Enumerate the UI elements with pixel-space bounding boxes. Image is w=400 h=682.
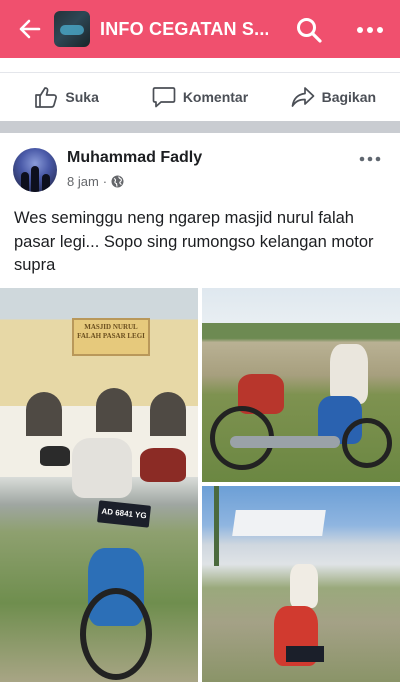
globe-icon [111, 175, 124, 188]
avatar-silhouette [21, 172, 29, 192]
thumbs-up-icon [35, 87, 58, 108]
more-horizontal-icon [359, 156, 381, 162]
building-arch [96, 388, 132, 432]
author-name[interactable]: Muhammad Fadly [67, 149, 202, 167]
red-cart [140, 448, 186, 482]
post-options-button[interactable] [358, 150, 382, 164]
more-horizontal-icon [357, 27, 383, 33]
building-arch [150, 392, 186, 436]
group-thumbnail[interactable] [54, 11, 90, 47]
mosque-sign: MASJID NURUL FALAH PASAR LEGI [72, 318, 150, 356]
post-photo-3[interactable] [202, 486, 400, 682]
comment-button[interactable]: Komentar [133, 73, 266, 121]
post-body-text: Wes seminggu neng ngarep masjid nurul fa… [14, 209, 374, 274]
comment-icon [152, 87, 176, 108]
avatar-silhouette [31, 166, 39, 192]
motorcycle-wheel [80, 588, 152, 680]
comment-label: Komentar [182, 89, 249, 105]
app-header: INFO CEGATAN S... [0, 0, 400, 58]
post-photo-2[interactable] [202, 288, 400, 482]
white-cloth [290, 564, 318, 608]
pole [214, 486, 219, 566]
mosque-sign-text: MASJID NURUL FALAH PASAR LEGI [77, 323, 145, 340]
avatar-silhouette [42, 174, 50, 192]
building-roof [232, 510, 326, 536]
like-button[interactable]: Suka [0, 73, 133, 121]
post-meta: 8 jam · [67, 174, 124, 189]
building-arch [26, 392, 62, 436]
share-arrow-icon [291, 87, 314, 107]
share-button[interactable]: Bagikan [267, 73, 400, 121]
more-options-button[interactable] [354, 15, 386, 45]
motorcycle-wheel [342, 418, 392, 468]
share-label: Bagikan [321, 89, 377, 105]
back-button[interactable] [8, 0, 52, 58]
license-plate: AD 6841 YG [96, 500, 152, 528]
white-cloth [330, 344, 368, 404]
search-icon [297, 18, 322, 43]
motorcycle-frame [230, 436, 340, 448]
search-button[interactable] [294, 15, 324, 45]
back-arrow-icon [19, 19, 41, 39]
post-photo-1[interactable]: MASJID NURUL FALAH PASAR LEGI AD 6841 YG [0, 288, 198, 682]
group-title[interactable]: INFO CEGATAN S... [100, 19, 268, 40]
license-plate [286, 646, 324, 662]
meta-separator: · [102, 174, 108, 189]
parked-motorbike [40, 446, 70, 466]
post-time[interactable]: 8 jam [67, 174, 99, 189]
author-avatar[interactable] [13, 148, 57, 192]
like-label: Suka [65, 89, 99, 105]
post-actions-bar: Suka Komentar Bagikan [0, 72, 400, 121]
cloth-on-motorcycle [72, 438, 132, 498]
feed-divider [0, 121, 400, 133]
